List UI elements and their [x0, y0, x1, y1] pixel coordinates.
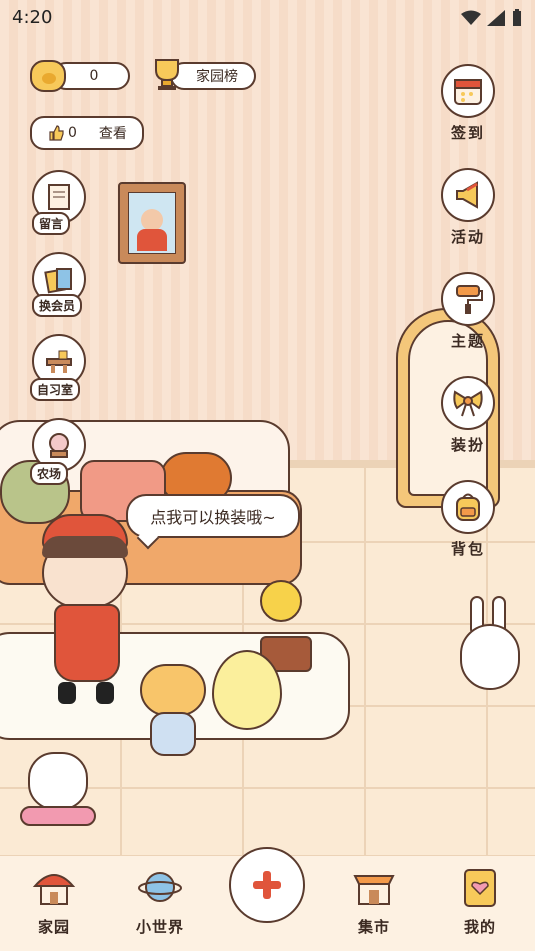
left-menu-label: 自习室 — [30, 378, 81, 401]
planet-icon — [138, 872, 182, 902]
bunny-plush[interactable] — [456, 596, 526, 692]
megaphone-icon — [456, 181, 478, 209]
backpack-icon — [456, 493, 480, 521]
speech-bubble-text: 点我可以换装哦~ — [150, 508, 276, 527]
likes-view-label: 查看 — [98, 126, 127, 142]
likes-count: 0 — [68, 125, 77, 141]
speech-bubble[interactable]: 点我可以换装哦~ — [126, 494, 300, 538]
wall-picture-frame[interactable] — [118, 182, 186, 264]
tab-label: 我的 — [463, 918, 496, 936]
tab-market[interactable]: 集市 — [334, 864, 414, 937]
wifi-icon — [461, 10, 481, 25]
lucky-cat[interactable] — [16, 752, 102, 832]
tab-small-world[interactable]: 小世界 — [120, 864, 200, 937]
house-icon — [32, 874, 76, 905]
theme-button[interactable] — [441, 272, 495, 326]
status-bar: 4:20 — [0, 0, 535, 36]
ranking-label: 家园榜 — [196, 69, 238, 85]
tab-label: 小世界 — [135, 918, 184, 936]
egg[interactable] — [212, 650, 282, 730]
market-icon — [353, 875, 395, 905]
plus-icon — [253, 871, 281, 899]
tab-label: 家园 — [37, 918, 70, 936]
left-menu-label: 留言 — [32, 212, 71, 235]
desk-icon — [46, 350, 72, 373]
backpack-button[interactable] — [441, 480, 495, 534]
cat-pet[interactable] — [138, 664, 208, 760]
note-icon — [48, 184, 70, 210]
coin-amount: 0 — [89, 68, 99, 84]
farm-icon — [49, 433, 69, 458]
right-menu-label: 背包 — [450, 540, 485, 558]
dress-up-button[interactable] — [441, 376, 495, 430]
right-menu-label: 主题 — [450, 332, 485, 350]
events-button[interactable] — [441, 168, 495, 222]
tab-home[interactable]: 家园 — [14, 864, 94, 937]
tab-profile[interactable]: 我的 — [440, 864, 520, 937]
trophy-icon — [155, 59, 179, 90]
calendar-icon — [454, 79, 482, 105]
paw-coin-icon — [30, 60, 66, 92]
paint-roller-icon — [456, 285, 483, 314]
vip-card-icon — [44, 268, 72, 294]
bow-icon — [453, 390, 483, 417]
player-character[interactable] — [28, 512, 138, 712]
check-in-button[interactable] — [441, 64, 495, 118]
likes-button[interactable]: 0 查看 — [30, 116, 144, 150]
profile-card-icon — [464, 869, 496, 907]
thumb-icon — [49, 125, 64, 141]
right-menu-label: 装扮 — [450, 436, 485, 454]
right-menu-label: 签到 — [450, 124, 485, 142]
status-time: 4:20 — [12, 7, 53, 28]
add-button[interactable] — [229, 847, 305, 923]
tab-label: 集市 — [357, 918, 390, 936]
signal-icon — [487, 10, 505, 26]
left-menu-label: 农场 — [30, 462, 69, 485]
battery-icon — [513, 9, 521, 26]
right-menu-label: 活动 — [450, 228, 485, 246]
left-menu-label: 换会员 — [32, 294, 83, 317]
